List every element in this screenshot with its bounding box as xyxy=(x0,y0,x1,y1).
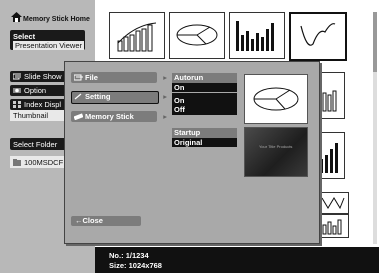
thumbnail-4[interactable] xyxy=(289,12,347,61)
home-button[interactable]: Memory Stick Home xyxy=(10,10,92,30)
menu-item-setting[interactable]: Setting ▸ xyxy=(71,91,167,104)
option-button[interactable]: Option xyxy=(10,85,70,96)
bar-chart-icon xyxy=(117,22,157,52)
thumbnail-8[interactable] xyxy=(317,192,349,214)
line-chart-icon xyxy=(321,197,345,210)
startup-value-text: Original xyxy=(174,138,203,147)
menu-item-file-label: File xyxy=(85,73,98,82)
file-icon xyxy=(74,74,83,81)
thumbnail-2[interactable] xyxy=(169,12,225,59)
bar-chart-icon xyxy=(322,219,342,235)
select-folder-button[interactable]: Select Folder xyxy=(10,138,70,150)
slide-show-button[interactable]: Slide Show xyxy=(10,71,70,82)
option-dialog: File ▸ Setting ▸ Memory Stick ▸ ←Close A… xyxy=(64,61,320,244)
index-display-button[interactable]: Index Displ xyxy=(10,99,70,110)
line-chart-icon xyxy=(300,23,336,46)
home-title: Memory Stick Home xyxy=(23,16,90,23)
menu-item-memory-stick[interactable]: Memory Stick ▸ xyxy=(71,111,167,122)
no-label: No.: xyxy=(109,251,124,260)
thumbnail-9[interactable] xyxy=(317,214,349,238)
image-number: No.: 1/1234 xyxy=(109,251,149,260)
option-icon xyxy=(13,88,21,93)
option-on[interactable]: On xyxy=(174,96,184,105)
option-label: Option xyxy=(24,86,47,95)
image-size: Size: 1024x768 xyxy=(109,261,162,270)
select-label: Select xyxy=(13,32,36,41)
folder-icon xyxy=(13,159,21,166)
index-display-value[interactable]: Thumbnail xyxy=(10,110,70,121)
select-value: Presentation Viewer xyxy=(13,41,84,50)
size-value: 1024x768 xyxy=(128,261,162,270)
no-value: 1/1234 xyxy=(125,251,149,260)
menu-item-file[interactable]: File ▸ xyxy=(71,72,167,83)
scrollbar-thumb[interactable] xyxy=(373,12,377,72)
slideshow-icon xyxy=(13,73,21,80)
menu-item-setting-label: Setting xyxy=(85,92,111,101)
thumbnail-label: Thumbnail xyxy=(13,111,49,120)
autorun-value-text: On xyxy=(174,83,185,92)
startup-label: Startup xyxy=(174,128,201,137)
index-display-label: Index Displ xyxy=(24,100,62,109)
menu-item-memory-stick-label: Memory Stick xyxy=(85,112,134,121)
setting-icon xyxy=(74,93,82,100)
size-label: Size: xyxy=(109,261,127,270)
folder-item[interactable]: 100MSDCF xyxy=(10,156,70,168)
startup-value[interactable]: Original xyxy=(172,138,237,147)
home-icon xyxy=(11,12,22,22)
autorun-label: Autorun xyxy=(174,73,204,82)
chevron-right-icon: ▸ xyxy=(163,73,167,82)
autorun-preview xyxy=(244,74,308,124)
close-button[interactable]: ←Close xyxy=(71,216,141,226)
chevron-right-icon: ▸ xyxy=(163,92,167,101)
select-mode-box[interactable]: Select Presentation Viewer xyxy=(10,30,85,50)
slide-show-label: Slide Show xyxy=(24,72,62,81)
memory-stick-icon xyxy=(74,113,83,120)
chevron-right-icon: ▸ xyxy=(163,112,167,121)
index-icon xyxy=(13,101,21,108)
autorun-value[interactable]: On xyxy=(172,83,237,92)
thumbnail-3[interactable] xyxy=(229,12,285,59)
select-folder-label: Select Folder xyxy=(13,140,58,149)
scrollbar[interactable] xyxy=(373,12,377,244)
pie-chart-icon xyxy=(176,24,218,46)
option-off[interactable]: Off xyxy=(174,105,185,114)
thumbnail-1[interactable] xyxy=(109,12,165,59)
close-label: ←Close xyxy=(75,216,103,225)
autorun-dropdown[interactable]: On Off xyxy=(172,93,237,115)
startup-preview: Your Title Products xyxy=(244,127,308,177)
preview-caption: Your Title Products xyxy=(259,144,293,149)
info-bar: No.: 1/1234 Size: 1024x768 xyxy=(95,247,379,273)
pie-chart-icon xyxy=(253,87,299,111)
folder-name: 100MSDCF xyxy=(24,158,64,167)
bar-chart-icon xyxy=(236,21,274,51)
